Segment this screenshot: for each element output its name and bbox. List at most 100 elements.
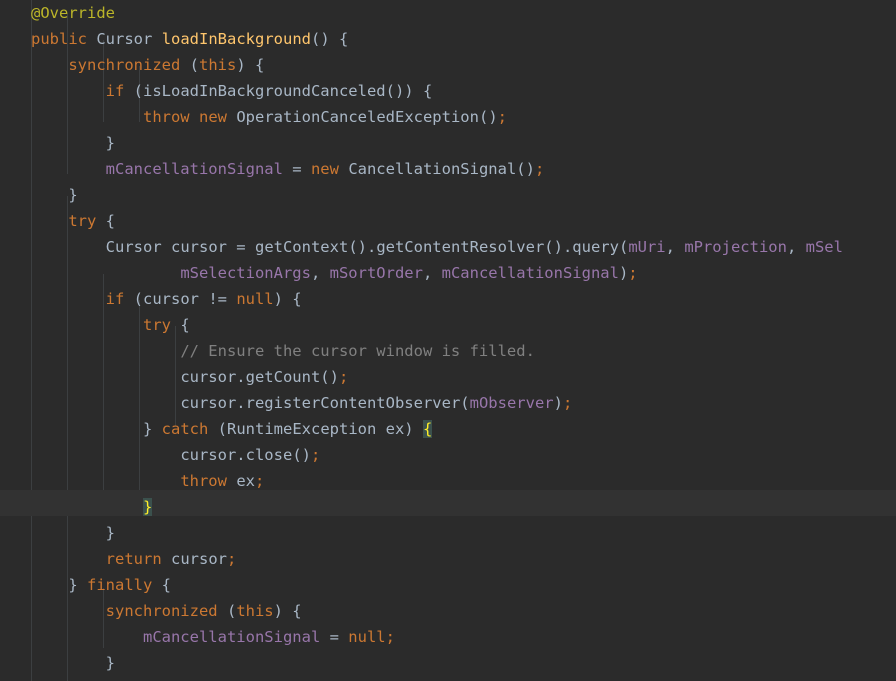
line-return-cursor-token-0 bbox=[31, 550, 106, 568]
line-throw-ex-token-3: ; bbox=[254, 472, 265, 490]
line-assign-cancellation-signal-token-7: ; bbox=[534, 160, 545, 178]
line-close-synchronized-finally[interactable]: } bbox=[0, 650, 896, 676]
line-assign-cancellation-signal-token-2: = bbox=[282, 160, 311, 178]
line-if-is-load-canceled-token-4: ()) { bbox=[385, 82, 433, 100]
line-synchronized-finally-token-4: ) { bbox=[273, 602, 302, 620]
line-finally-open-token-1: finally bbox=[87, 576, 153, 594]
line-synchronized-this-open[interactable]: synchronized (this) { bbox=[0, 52, 896, 78]
line-close-finally[interactable]: } bbox=[0, 676, 896, 681]
line-catch-runtime-exception[interactable]: } catch (RuntimeException ex) { bbox=[0, 416, 896, 442]
line-throw-operation-canceled[interactable]: throw new OperationCanceledException(); bbox=[0, 104, 896, 130]
line-return-cursor-token-2: cursor bbox=[161, 550, 227, 568]
line-throw-operation-canceled-token-7: ; bbox=[497, 108, 507, 126]
line-return-cursor-token-1: return bbox=[105, 550, 162, 568]
line-cursor-query-token-2: cursor = bbox=[161, 238, 255, 256]
line-cursor-query-token-11: mProjection bbox=[684, 238, 787, 256]
line-if-cursor-not-null[interactable]: if (cursor != null) { bbox=[0, 286, 896, 312]
line-cursor-query-token-8: ( bbox=[618, 238, 629, 256]
line-cursor-close-token-2: close bbox=[245, 446, 293, 464]
line-register-content-observer[interactable]: cursor.registerContentObserver(mObserver… bbox=[0, 390, 896, 416]
line-catch-runtime-exception-token-1: catch bbox=[161, 420, 209, 438]
line-inner-try-open-token-2: { bbox=[170, 316, 190, 334]
line-query-args-continued[interactable]: mSelectionArgs, mSortOrder, mCancellatio… bbox=[0, 260, 896, 286]
line-close-synchronized-finally-token-0: } bbox=[31, 654, 115, 672]
line-cursor-query-token-6: (). bbox=[544, 238, 573, 256]
code-content[interactable]: @Override public Cursor loadInBackground(… bbox=[0, 0, 896, 681]
line-assign-cancellation-signal-token-6: () bbox=[516, 160, 535, 178]
line-synchronized-this-open-token-3: this bbox=[198, 56, 237, 74]
line-query-args-continued-token-2: , bbox=[310, 264, 330, 282]
line-cursor-close[interactable]: cursor.close(); bbox=[0, 442, 896, 468]
line-cursor-get-count-token-0 bbox=[31, 368, 180, 386]
line-if-cursor-not-null-token-3: null bbox=[236, 290, 274, 308]
code-editor[interactable]: @Override public Cursor loadInBackground(… bbox=[0, 0, 896, 681]
line-close-synchronized[interactable]: } bbox=[0, 182, 896, 208]
line-assign-cancellation-signal[interactable]: mCancellationSignal = new CancellationSi… bbox=[0, 156, 896, 182]
line-return-cursor[interactable]: return cursor; bbox=[0, 546, 896, 572]
line-query-args-continued-token-0 bbox=[31, 264, 180, 282]
line-comment-ensure-window[interactable]: // Ensure the cursor window is filled. bbox=[0, 338, 896, 364]
line-cursor-query-token-12: , bbox=[786, 238, 806, 256]
line-cursor-close-token-4: ; bbox=[310, 446, 321, 464]
line-register-content-observer-token-3: ( bbox=[460, 394, 470, 412]
line-close-catch-token-1: } bbox=[142, 498, 153, 516]
line-null-cancellation-signal[interactable]: mCancellationSignal = null; bbox=[0, 624, 896, 650]
line-annotation-override[interactable]: @Override bbox=[0, 0, 896, 26]
line-try-open[interactable]: try { bbox=[0, 208, 896, 234]
line-try-open-token-0 bbox=[31, 212, 68, 230]
line-cursor-query-token-3: getContext bbox=[254, 238, 349, 256]
line-cursor-get-count-token-3: () bbox=[320, 368, 339, 386]
line-catch-runtime-exception-token-0: } bbox=[31, 420, 162, 438]
line-synchronized-finally-token-1: synchronized bbox=[105, 602, 218, 620]
line-register-content-observer-token-6: ; bbox=[562, 394, 573, 412]
line-throw-operation-canceled-token-4 bbox=[227, 108, 236, 126]
line-close-if-cursor-token-0: } bbox=[31, 524, 115, 542]
line-query-args-continued-token-7: ; bbox=[628, 264, 638, 282]
line-throw-operation-canceled-token-0 bbox=[31, 108, 143, 126]
line-if-cursor-not-null-token-0 bbox=[31, 290, 106, 308]
line-cursor-close-token-1: cursor. bbox=[180, 446, 246, 464]
line-if-is-load-canceled-token-2: ( bbox=[124, 82, 143, 100]
line-null-cancellation-signal-token-4: ; bbox=[385, 628, 395, 646]
line-throw-operation-canceled-token-1: throw bbox=[142, 108, 190, 126]
line-inner-try-open[interactable]: try { bbox=[0, 312, 896, 338]
line-if-is-load-canceled-token-1: if bbox=[105, 82, 125, 100]
line-return-cursor-token-3: ; bbox=[226, 550, 237, 568]
line-catch-runtime-exception-token-2: ( bbox=[208, 420, 227, 438]
line-close-catch[interactable]: } bbox=[0, 494, 896, 520]
line-cursor-get-count[interactable]: cursor.getCount(); bbox=[0, 364, 896, 390]
line-throw-operation-canceled-token-6: () bbox=[478, 108, 498, 126]
line-if-is-load-canceled-token-3: isLoadInBackgroundCanceled bbox=[143, 82, 386, 100]
line-catch-runtime-exception-token-3: RuntimeException bbox=[227, 420, 377, 438]
line-cursor-query-token-9: mUri bbox=[628, 238, 666, 256]
line-method-signature-token-4: loadInBackground bbox=[161, 30, 311, 48]
line-throw-operation-canceled-token-5: OperationCanceledException bbox=[236, 108, 479, 126]
line-finally-open[interactable]: } finally { bbox=[0, 572, 896, 598]
line-method-signature[interactable]: public Cursor loadInBackground() { bbox=[0, 26, 896, 52]
line-synchronized-finally[interactable]: synchronized (this) { bbox=[0, 598, 896, 624]
line-null-cancellation-signal-token-1: mCancellationSignal bbox=[142, 628, 321, 646]
line-finally-open-token-2: { bbox=[152, 576, 171, 594]
line-if-is-load-canceled[interactable]: if (isLoadInBackgroundCanceled()) { bbox=[0, 78, 896, 104]
line-cursor-query-token-1: Cursor bbox=[105, 238, 162, 256]
line-synchronized-this-open-token-4: ) { bbox=[236, 56, 265, 74]
line-cursor-query-token-5: getContentResolver bbox=[376, 238, 545, 256]
line-null-cancellation-signal-token-0 bbox=[31, 628, 143, 646]
line-cursor-query[interactable]: Cursor cursor = getContext ().getContentR… bbox=[0, 234, 896, 260]
line-method-signature-token-3 bbox=[152, 30, 161, 48]
line-throw-ex[interactable]: throw ex; bbox=[0, 468, 896, 494]
line-close-if-canceled[interactable]: } bbox=[0, 130, 896, 156]
line-query-args-continued-token-5: mCancellationSignal bbox=[441, 264, 619, 282]
line-query-args-continued-token-1: mSelectionArgs bbox=[180, 264, 311, 282]
line-register-content-observer-token-1: cursor. bbox=[180, 394, 246, 412]
line-catch-runtime-exception-token-5: { bbox=[422, 420, 433, 438]
line-cursor-query-token-13: mSel bbox=[805, 238, 843, 256]
line-finally-open-token-0: } bbox=[31, 576, 87, 594]
line-catch-runtime-exception-token-4: ex) bbox=[376, 420, 423, 438]
line-cursor-get-count-token-1: cursor. bbox=[180, 368, 246, 386]
line-synchronized-finally-token-3: this bbox=[236, 602, 274, 620]
line-method-signature-token-5: () { bbox=[311, 30, 349, 48]
line-close-if-cursor[interactable]: } bbox=[0, 520, 896, 546]
line-assign-cancellation-signal-token-4 bbox=[339, 160, 348, 178]
line-if-is-load-canceled-token-0 bbox=[31, 82, 106, 100]
